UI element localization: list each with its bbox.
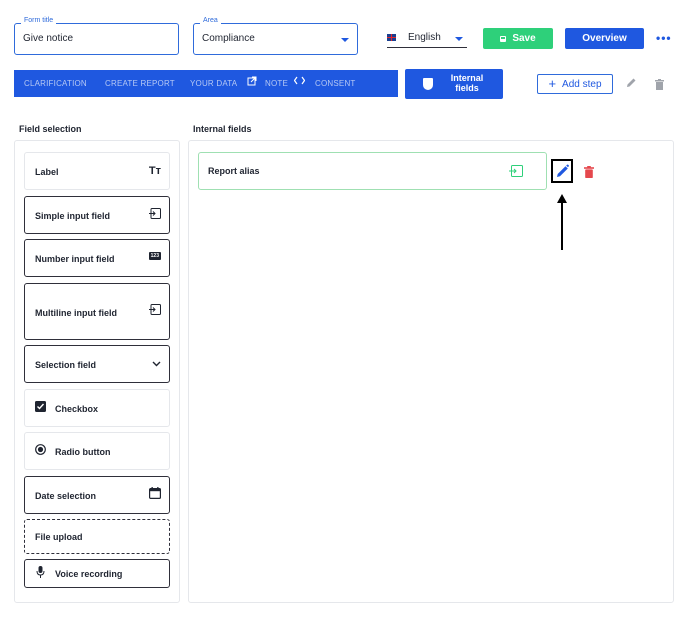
internal-field-report-alias[interactable]: Report alias xyxy=(198,152,547,190)
save-button[interactable]: Save xyxy=(483,28,553,49)
language-label: English xyxy=(408,32,441,43)
internal-fields-heading: Internal fields xyxy=(193,124,252,134)
add-step-button[interactable]: + Add step xyxy=(537,74,613,94)
external-link-icon[interactable] xyxy=(247,76,257,89)
field-type-label-text: Label xyxy=(35,167,59,177)
overview-label: Overview xyxy=(582,33,627,44)
field-type-label[interactable]: Label Tᴛ xyxy=(24,152,170,190)
delete-field-icon[interactable] xyxy=(584,165,594,178)
caret-down-icon xyxy=(455,37,463,41)
edit-field-button[interactable] xyxy=(551,159,573,183)
field-type-checkbox[interactable]: Checkbox xyxy=(24,389,170,427)
field-type-file-upload[interactable]: File upload xyxy=(24,519,170,554)
field-type-radio[interactable]: Radio button xyxy=(24,432,170,470)
language-select[interactable]: English xyxy=(387,30,467,48)
field-type-number-input[interactable]: Number input field 123 xyxy=(24,239,170,277)
field-type-voice-recording[interactable]: Voice recording xyxy=(24,559,170,588)
overview-button[interactable]: Overview xyxy=(565,28,644,49)
field-type-number-input-text: Number input field xyxy=(35,254,115,264)
uk-flag-icon xyxy=(387,34,396,41)
form-title-legend: Form title xyxy=(21,17,57,24)
chevron-down-icon xyxy=(152,359,161,369)
tab-internal-fields[interactable]: Internal fields xyxy=(405,69,503,99)
radio-icon xyxy=(35,444,46,457)
tab-note[interactable]: NOTE xyxy=(265,79,288,88)
caret-down-icon xyxy=(341,38,349,42)
annotation-arrow xyxy=(561,200,563,250)
text-size-icon: Tᴛ xyxy=(148,165,161,177)
tab-consent[interactable]: CONSENT xyxy=(315,79,356,88)
field-type-date-text: Date selection xyxy=(35,491,97,501)
tab-create-report[interactable]: CREATE REPORT xyxy=(105,79,175,88)
input-icon xyxy=(149,304,161,317)
form-title-value: Give notice xyxy=(23,33,74,44)
field-type-multiline-input-text: Multiline input field xyxy=(35,308,117,318)
plus-icon: + xyxy=(548,76,557,91)
input-icon xyxy=(509,164,523,182)
field-type-date[interactable]: Date selection xyxy=(24,476,170,514)
save-disk-icon xyxy=(500,35,507,42)
field-type-file-upload-text: File upload xyxy=(35,532,83,542)
input-icon xyxy=(149,208,161,221)
field-selection-heading: Field selection xyxy=(19,124,82,134)
field-type-voice-recording-text: Voice recording xyxy=(55,569,123,579)
internal-field-label: Report alias xyxy=(208,166,260,176)
tab-your-data[interactable]: YOUR DATA xyxy=(190,79,237,88)
more-options-icon[interactable]: ••• xyxy=(656,31,672,45)
number-icon: 123 xyxy=(148,252,161,260)
shield-icon xyxy=(423,78,433,90)
field-type-selection-text: Selection field xyxy=(35,360,97,370)
area-value: Compliance xyxy=(202,33,255,44)
internal-label-line2: fields xyxy=(455,83,479,93)
field-type-radio-text: Radio button xyxy=(55,447,111,457)
checkbox-icon xyxy=(35,401,46,414)
calendar-icon xyxy=(149,487,162,501)
field-type-multiline-input[interactable]: Multiline input field xyxy=(24,283,170,340)
internal-label-line1: Internal xyxy=(450,73,484,83)
area-legend: Area xyxy=(200,17,221,24)
step-navigation: CLARIFICATION CREATE REPORT YOUR DATA NO… xyxy=(14,70,398,97)
pencil-icon xyxy=(556,164,569,183)
field-type-simple-input-text: Simple input field xyxy=(35,211,111,221)
field-type-simple-input[interactable]: Simple input field xyxy=(24,196,170,234)
field-type-checkbox-text: Checkbox xyxy=(55,404,99,414)
delete-step-icon[interactable] xyxy=(655,77,664,90)
area-select[interactable]: Area Compliance xyxy=(193,17,358,55)
internal-fields-panel xyxy=(188,140,674,603)
microphone-icon xyxy=(36,566,45,580)
form-title-field[interactable]: Form title Give notice xyxy=(14,17,179,55)
tab-clarification[interactable]: CLARIFICATION xyxy=(24,79,87,88)
code-icon[interactable] xyxy=(293,76,306,88)
edit-step-icon[interactable] xyxy=(626,77,637,91)
field-type-selection[interactable]: Selection field xyxy=(24,345,170,383)
add-step-label: Add step xyxy=(562,78,602,90)
save-label: Save xyxy=(512,33,536,44)
